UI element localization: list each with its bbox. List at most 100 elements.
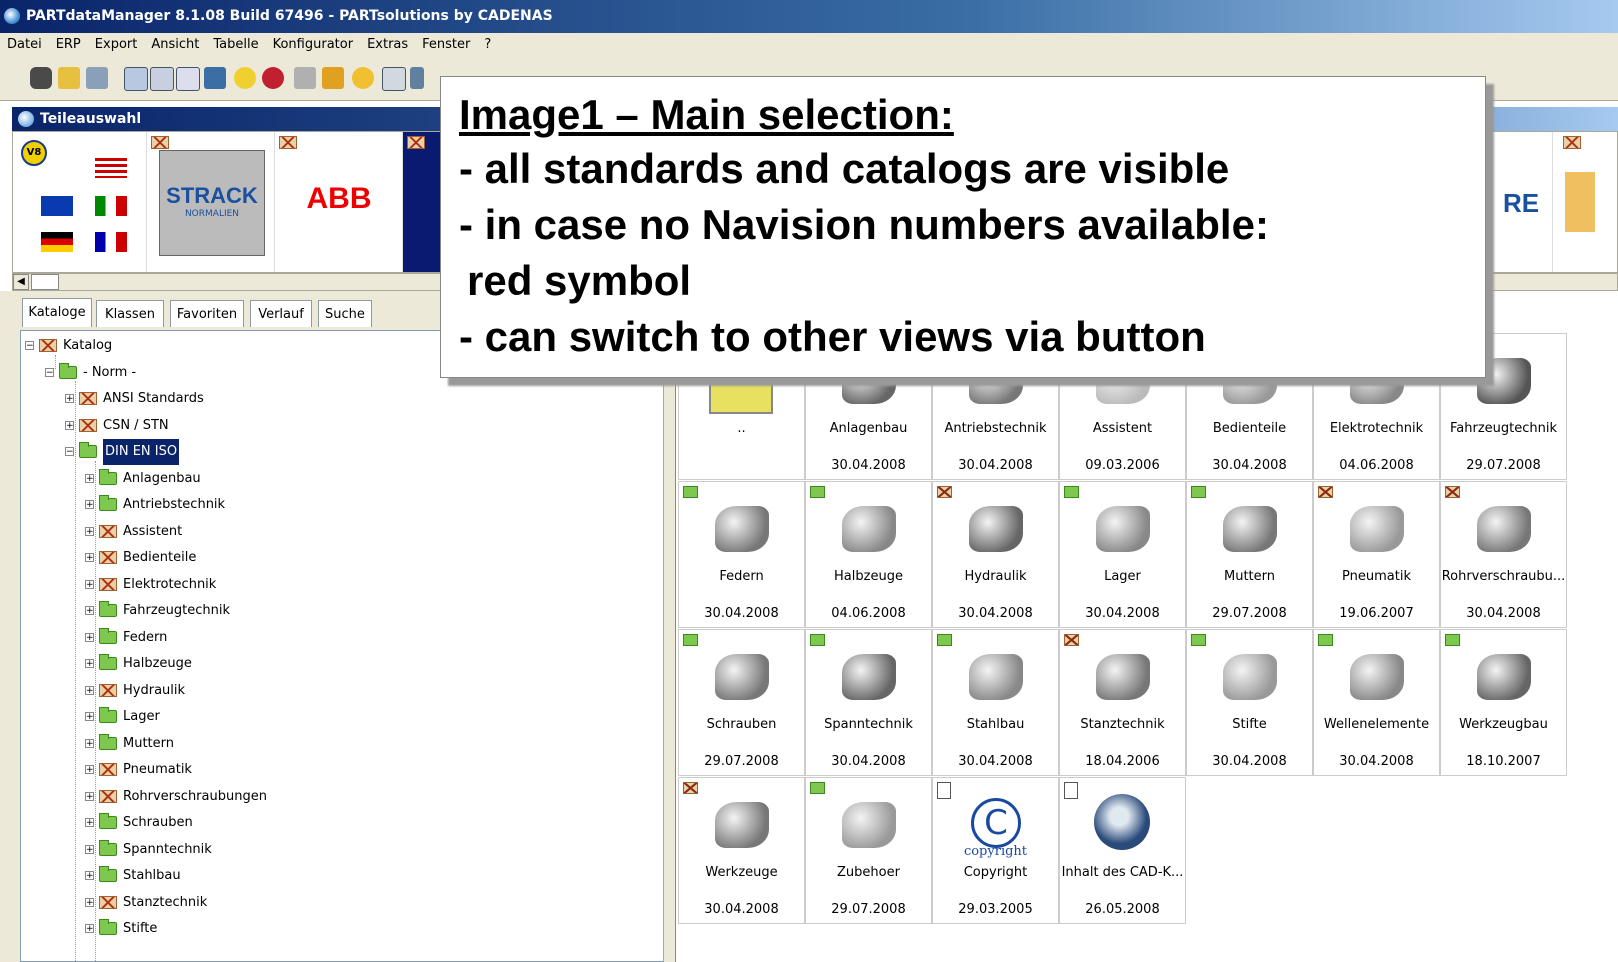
tree-item[interactable]: + Lager [21, 704, 661, 730]
mail-icon[interactable] [262, 67, 284, 89]
tree-item[interactable]: + Federn [21, 625, 661, 651]
tree-item[interactable]: − DIN EN ISO [21, 439, 661, 465]
catalog-tile[interactable]: Wellenelemente 30.04.2008 [1313, 629, 1440, 776]
expand-icon[interactable]: + [85, 606, 94, 616]
menu-fenster[interactable]: Fenster [415, 37, 477, 52]
scroll-left-arrow-icon[interactable]: ◀ [13, 274, 29, 290]
catalog-tile[interactable]: Stifte 30.04.2008 [1186, 629, 1313, 776]
tree-item[interactable]: + Anlagenbau [21, 466, 661, 492]
tree-item[interactable]: + Stahlbau [21, 863, 661, 889]
catalog-tile[interactable]: Inhalt des CAD-K... 26.05.2008 [1059, 777, 1186, 924]
tile-date: 04.06.2008 [831, 606, 906, 621]
menu-erp[interactable]: ERP [49, 37, 88, 52]
catalog-tile[interactable]: Muttern 29.07.2008 [1186, 481, 1313, 628]
menu-tabelle[interactable]: Tabelle [206, 37, 265, 52]
tab-klassen[interactable]: Klassen [96, 300, 164, 327]
tab-favoriten[interactable]: Favoriten [170, 300, 244, 327]
tree-item[interactable]: + Bedienteile [21, 545, 661, 571]
expand-icon[interactable]: + [85, 844, 94, 854]
tree-item[interactable]: + Spanntechnik [21, 837, 661, 863]
collapse-icon[interactable]: − [45, 367, 54, 377]
tree-view-icon[interactable] [86, 67, 108, 89]
tile-date: 04.06.2008 [1339, 458, 1414, 473]
expand-icon[interactable]: + [85, 579, 94, 589]
expand-icon[interactable]: + [85, 500, 94, 510]
scroll-thumb[interactable] [31, 274, 59, 290]
expand-icon[interactable]: + [85, 818, 94, 828]
tab-verlauf[interactable]: Verlauf [250, 300, 312, 327]
menu-extras[interactable]: Extras [360, 37, 415, 52]
catalog-tile[interactable]: Zubehoer 29.07.2008 [805, 777, 932, 924]
tree-item[interactable]: + Halbzeuge [21, 651, 661, 677]
logo-strack[interactable]: STRACK NORMALIEN [147, 132, 275, 272]
menu-ansicht[interactable]: Ansicht [144, 37, 206, 52]
open-folder-icon[interactable] [58, 67, 80, 89]
logo-abb[interactable]: ABB [275, 132, 403, 272]
tree-item[interactable]: + Assistent [21, 519, 661, 545]
tree-item[interactable]: + Stifte [21, 916, 661, 942]
catalog-tile[interactable]: Pneumatik 19.06.2007 [1313, 481, 1440, 628]
thumbnail-view-icon[interactable] [176, 67, 200, 91]
navigate-icon[interactable] [322, 67, 344, 89]
expand-icon[interactable]: + [85, 738, 94, 748]
catalog-tile[interactable]: Schrauben 29.07.2008 [678, 629, 805, 776]
search-binoculars-icon[interactable] [30, 67, 52, 89]
expand-icon[interactable]: + [85, 553, 94, 563]
menu-export[interactable]: Export [88, 37, 145, 52]
menu-help[interactable]: ? [477, 37, 498, 52]
catalog-tile[interactable]: Werkzeugbau 18.10.2007 [1440, 629, 1567, 776]
smiley-icon[interactable] [234, 67, 256, 89]
expand-icon[interactable]: + [85, 897, 94, 907]
table-icon[interactable] [382, 67, 406, 91]
sum-icon[interactable] [352, 67, 374, 89]
tree-item[interactable]: + Antriebstechnik [21, 492, 661, 518]
expand-icon[interactable]: + [65, 420, 74, 430]
tree-item[interactable]: + Stanztechnik [21, 890, 661, 916]
expand-icon[interactable]: + [65, 394, 74, 404]
menu-konfigurator[interactable]: Konfigurator [266, 37, 360, 52]
tree-item[interactable]: + CSN / STN [21, 413, 661, 439]
catalog-tile[interactable]: Spanntechnik 30.04.2008 [805, 629, 932, 776]
catalog-tile[interactable]: Halbzeuge 04.06.2008 [805, 481, 932, 628]
catalog-tile[interactable]: Stahlbau 30.04.2008 [932, 629, 1059, 776]
logo-partial-right[interactable]: RE [1503, 132, 1553, 272]
tree-item[interactable]: + Schrauben [21, 810, 661, 836]
tool-icon[interactable] [294, 67, 316, 89]
catalog-tile[interactable]: Werkzeuge 30.04.2008 [678, 777, 805, 924]
tab-suche[interactable]: Suche [318, 300, 372, 327]
tree-item[interactable]: + ANSI Standards [21, 386, 661, 412]
expand-icon[interactable]: + [85, 632, 94, 642]
catalog-tile[interactable]: copyright C Copyright 29.03.2005 [932, 777, 1059, 924]
catalog-tile[interactable]: Federn 30.04.2008 [678, 481, 805, 628]
expand-icon[interactable]: + [85, 791, 94, 801]
tree-item[interactable]: + Elektrotechnik [21, 572, 661, 598]
catalog-tile[interactable]: Lager 30.04.2008 [1059, 481, 1186, 628]
expand-icon[interactable]: + [85, 526, 94, 536]
expand-icon[interactable]: + [85, 765, 94, 775]
list-view-icon[interactable] [124, 67, 148, 91]
tree-item[interactable]: + Rohrverschraubungen [21, 784, 661, 810]
menu-datei[interactable]: Datei [0, 37, 49, 52]
expand-icon[interactable]: + [85, 659, 94, 669]
tree-item[interactable]: + Fahrzeugtechnik [21, 598, 661, 624]
expand-icon[interactable]: + [85, 473, 94, 483]
tree-item[interactable]: + Hydraulik [21, 678, 661, 704]
collapse-icon[interactable]: − [65, 447, 74, 457]
expand-icon[interactable]: + [85, 871, 94, 881]
logo-partial[interactable] [403, 132, 443, 272]
tab-kataloge[interactable]: Kataloge [22, 298, 92, 327]
logo-norm-standards[interactable]: V8 [13, 132, 147, 272]
catalog-tile[interactable]: Rohrverschraubu... 30.04.2008 [1440, 481, 1567, 628]
expand-icon[interactable]: + [85, 685, 94, 695]
logo-partial-far-right[interactable] [1553, 132, 1617, 272]
tree-item[interactable]: + Muttern [21, 731, 661, 757]
tree-item[interactable]: + Pneumatik [21, 757, 661, 783]
catalog-tile[interactable]: Hydraulik 30.04.2008 [932, 481, 1059, 628]
pencil-icon[interactable] [410, 67, 424, 89]
expand-icon[interactable]: + [85, 924, 94, 934]
catalog-tile[interactable]: Stanztechnik 18.04.2006 [1059, 629, 1186, 776]
grid-view-icon[interactable] [150, 67, 174, 91]
details-view-icon[interactable] [204, 67, 226, 89]
collapse-icon[interactable]: − [25, 341, 34, 351]
expand-icon[interactable]: + [85, 712, 94, 722]
